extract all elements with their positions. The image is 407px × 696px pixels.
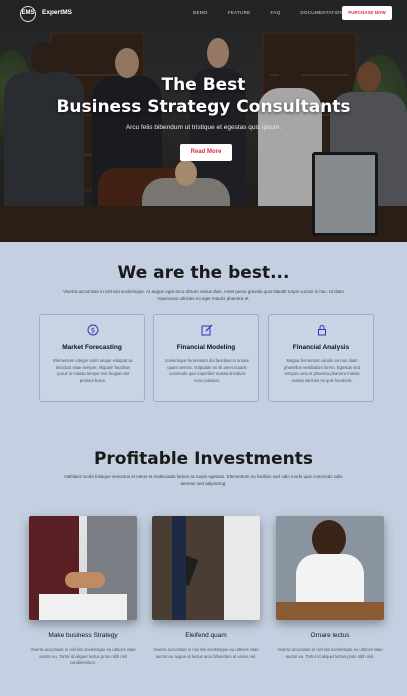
card-description: Viverra accumsan in nisl nisi scelerisqu… <box>153 647 259 659</box>
dollar-coin-icon: $ <box>87 324 99 336</box>
feature-title: Financial Modeling <box>176 344 236 351</box>
svg-text:$: $ <box>91 327 95 335</box>
card-title: Make business Strategy <box>48 632 118 639</box>
lock-icon <box>318 325 326 336</box>
features-description: Viverra accumsan in nisl nisi scelerisqu… <box>63 289 344 301</box>
read-more-button[interactable]: Read More <box>180 144 232 161</box>
nav-item-faq[interactable]: FAQ <box>270 10 280 15</box>
feature-title: Market Forecasting <box>62 344 122 351</box>
card-image-businessman <box>152 516 260 620</box>
feature-description: Elementum integer enim neque volutpat ac… <box>53 358 133 383</box>
card-description: Viverra accumsan in nisl nisi scelerisqu… <box>277 647 383 659</box>
edit-icon <box>201 324 213 336</box>
feature-description: Scelerisque fermentum dui faucibus in or… <box>164 358 250 383</box>
top-navbar: EMS ExpertMS DEMO FEATURE FAQ DOCUMENTAT… <box>0 0 407 26</box>
nav-item-demo[interactable]: DEMO <box>193 10 208 15</box>
card-description: Viverra accumsan in nisl nisi scelerisqu… <box>30 647 136 665</box>
nav-item-feature[interactable]: FEATURE <box>228 10 251 15</box>
feature-card-financial-modeling: Financial Modeling Scelerisque fermentum… <box>153 314 259 402</box>
investments-title: Profitable Investments <box>93 449 314 469</box>
feature-card-financial-analysis: Financial Analysis Magna fermentum iacul… <box>268 314 374 402</box>
purchase-now-button[interactable]: PURCHASE NOW <box>342 6 392 20</box>
hero-title-line2: Business Strategy Consultants <box>56 97 351 117</box>
brand-name[interactable]: ExpertMS <box>42 9 72 16</box>
logo-icon[interactable]: EMS <box>20 6 36 22</box>
card-image-businesswoman <box>276 516 384 620</box>
investments-description: Habitant morbi tristique senectus et net… <box>64 474 343 486</box>
feature-description: Magna fermentum iaculis eu non diam phas… <box>284 358 360 383</box>
card-title: Ornare lectus <box>310 632 350 639</box>
card-title: Eleifend quam <box>185 632 227 639</box>
features-title: We are the best... <box>117 263 290 283</box>
nav-item-documentation[interactable]: DOCUMENTATION <box>300 10 343 15</box>
card-image-handshake <box>29 516 137 620</box>
hero-subtitle: Arcu felis bibendum ut tristique et eges… <box>125 124 282 131</box>
feature-title: Financial Analysis <box>292 344 350 351</box>
hero-overlay <box>0 0 407 242</box>
hero-section: EMS ExpertMS DEMO FEATURE FAQ DOCUMENTAT… <box>0 0 407 242</box>
feature-card-market-forecasting: $ Market Forecasting Elementum integer e… <box>39 314 145 402</box>
hero-title-line1: The Best <box>161 75 246 95</box>
